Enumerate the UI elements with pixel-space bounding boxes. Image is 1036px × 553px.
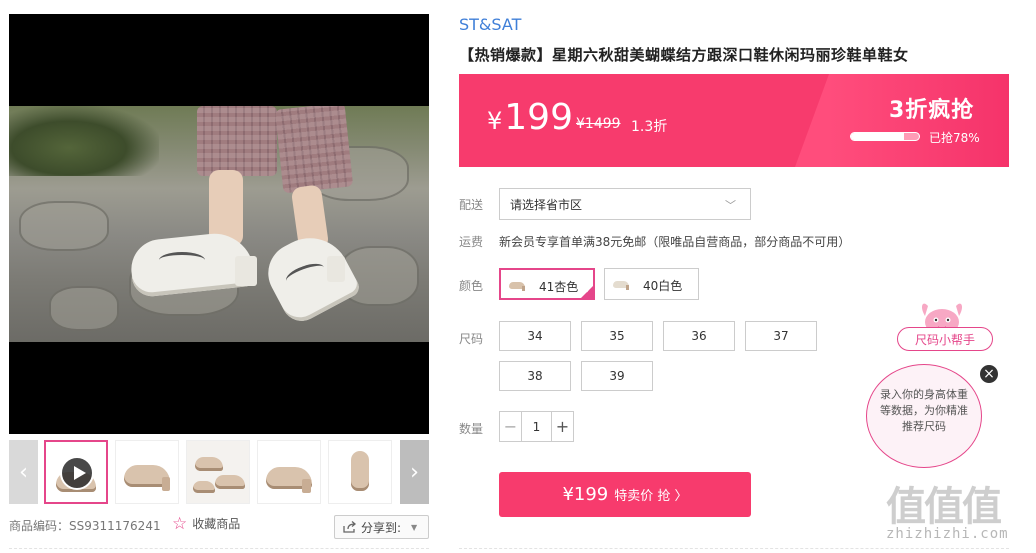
size-option[interactable]: 36 bbox=[663, 321, 735, 351]
thumbnail-video[interactable] bbox=[44, 440, 108, 504]
favorite-button[interactable]: ☆ 收藏商品 bbox=[172, 515, 240, 532]
discount-rate: 1.3折 bbox=[631, 119, 668, 135]
current-price: ¥199 bbox=[487, 97, 573, 138]
chevron-down-icon: ﹀ bbox=[725, 199, 736, 212]
thumbnail-image[interactable] bbox=[257, 440, 321, 504]
size-helper-tag[interactable]: 尺码小帮手 bbox=[897, 327, 993, 351]
share-icon bbox=[343, 521, 357, 533]
product-title: 【热销爆款】星期六秋甜美蝴蝶结方跟深口鞋休闲玛丽珍鞋单鞋女 bbox=[459, 46, 909, 64]
color-option-label: 41杏色 bbox=[539, 280, 579, 294]
chevron-down-icon: ▼ bbox=[411, 522, 418, 532]
quantity-value[interactable]: 1 bbox=[522, 412, 551, 441]
shipping-label: 配送 bbox=[459, 198, 484, 212]
quantity-stepper: − 1 + bbox=[499, 411, 574, 442]
thumbnail-image[interactable] bbox=[115, 440, 179, 504]
buy-button-label: 特卖价 抢 〉 bbox=[614, 489, 688, 504]
size-option[interactable]: 38 bbox=[499, 361, 571, 391]
buy-now-button[interactable]: ¥199 特卖价 抢 〉 bbox=[499, 472, 751, 517]
share-dropdown[interactable]: 分享到: ▼ bbox=[334, 515, 429, 539]
star-icon: ☆ bbox=[172, 513, 188, 534]
freight-info: 新会员专享首单满38元免邮（限唯品自营商品，部分商品不可用） bbox=[499, 235, 851, 249]
original-price: ¥1499 bbox=[576, 116, 621, 132]
freight-label: 运费 bbox=[459, 235, 484, 249]
size-option[interactable]: 37 bbox=[745, 321, 817, 351]
sold-percentage: 已抢78% bbox=[929, 131, 980, 145]
thumbnail-image[interactable] bbox=[328, 440, 392, 504]
quantity-plus-button[interactable]: + bbox=[551, 412, 573, 441]
product-sku: 商品编码：SS9311176241 bbox=[9, 519, 161, 533]
sold-progress-bar bbox=[850, 132, 920, 141]
divider bbox=[9, 548, 429, 549]
selected-check-icon bbox=[580, 285, 594, 299]
size-option[interactable]: 34 bbox=[499, 321, 571, 351]
watermark-logo: 值值值 bbox=[886, 484, 1002, 530]
size-option[interactable]: 39 bbox=[581, 361, 653, 391]
size-label: 尺码 bbox=[459, 332, 484, 346]
close-icon[interactable]: × bbox=[978, 363, 1000, 385]
video-frame-image bbox=[9, 106, 429, 342]
thumbnail-strip: ‹ › bbox=[9, 440, 429, 504]
color-option-label: 40白色 bbox=[643, 279, 683, 293]
brand-link[interactable]: ST&SAT bbox=[459, 15, 521, 34]
watermark-url: zhizhizhi.com bbox=[886, 526, 1009, 542]
play-icon[interactable] bbox=[60, 456, 94, 490]
color-swatch-image bbox=[509, 280, 527, 291]
thumbnail-image[interactable] bbox=[186, 440, 250, 504]
quantity-minus-button[interactable]: − bbox=[500, 412, 522, 441]
color-option[interactable]: 40白色 bbox=[604, 268, 699, 300]
region-placeholder: 请选择省市区 bbox=[510, 197, 583, 212]
arrow-left-icon[interactable]: ‹ bbox=[9, 440, 38, 504]
flash-sale-label: 3折疯抢 bbox=[889, 98, 975, 123]
size-option[interactable]: 35 bbox=[581, 321, 653, 351]
color-label: 颜色 bbox=[459, 279, 484, 293]
color-swatch-image bbox=[613, 279, 631, 290]
buy-button-price: ¥199 bbox=[562, 484, 609, 505]
color-option[interactable]: 41杏色 bbox=[499, 268, 595, 300]
price-banner: ¥199 ¥1499 1.3折 3折疯抢 已抢78% bbox=[459, 74, 1009, 167]
region-select[interactable]: 请选择省市区 ﹀ bbox=[499, 188, 751, 220]
quantity-label: 数量 bbox=[459, 422, 484, 436]
divider bbox=[459, 548, 1009, 549]
arrow-right-icon[interactable]: › bbox=[400, 440, 429, 504]
share-label: 分享到: bbox=[361, 520, 402, 535]
product-video-player[interactable] bbox=[9, 14, 429, 434]
favorite-label: 收藏商品 bbox=[192, 517, 241, 531]
size-helper-bubble[interactable]: 录入你的身高体重等数据，为你精准推荐尺码 bbox=[866, 364, 982, 468]
